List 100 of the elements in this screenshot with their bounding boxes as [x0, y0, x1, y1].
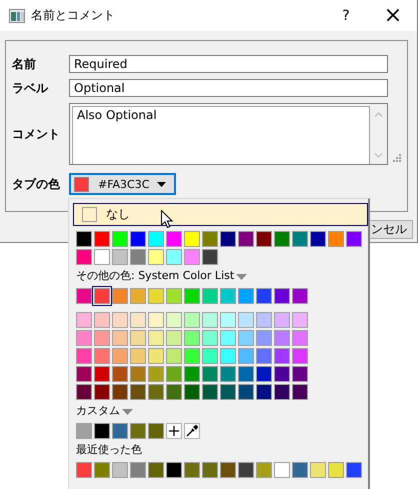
color-swatch[interactable] — [76, 249, 92, 265]
eyedropper-icon[interactable] — [184, 423, 200, 439]
color-swatch[interactable] — [256, 384, 272, 400]
color-swatch[interactable] — [148, 366, 164, 382]
color-swatch[interactable] — [94, 288, 110, 304]
color-swatch[interactable] — [256, 330, 272, 346]
color-swatch[interactable] — [76, 330, 92, 346]
none-option[interactable]: なし — [73, 203, 368, 226]
color-swatch[interactable] — [76, 312, 92, 328]
color-swatch[interactable] — [202, 288, 218, 304]
scrollbar[interactable] — [370, 104, 387, 164]
color-swatch[interactable] — [310, 231, 326, 247]
color-swatch[interactable] — [184, 288, 200, 304]
color-swatch[interactable] — [148, 288, 164, 304]
color-swatch[interactable] — [184, 348, 200, 364]
color-swatch[interactable] — [274, 348, 290, 364]
color-swatch[interactable] — [220, 288, 236, 304]
color-swatch[interactable] — [184, 366, 200, 382]
color-swatch[interactable] — [94, 249, 110, 265]
color-swatch[interactable] — [274, 462, 290, 478]
color-swatch[interactable] — [166, 348, 182, 364]
color-swatch[interactable] — [220, 330, 236, 346]
color-swatch[interactable] — [274, 384, 290, 400]
color-swatch[interactable] — [220, 348, 236, 364]
color-swatch[interactable] — [166, 330, 182, 346]
color-swatch[interactable] — [238, 348, 254, 364]
color-swatch[interactable] — [220, 231, 236, 247]
scroll-up-icon[interactable] — [374, 112, 383, 117]
color-swatch[interactable] — [94, 348, 110, 364]
cancel-button[interactable]: ンセル — [369, 220, 413, 239]
color-swatch[interactable] — [220, 384, 236, 400]
color-swatch[interactable] — [256, 231, 272, 247]
color-swatch[interactable] — [94, 366, 110, 382]
color-swatch[interactable] — [112, 288, 128, 304]
color-swatch[interactable] — [148, 462, 164, 478]
color-swatch[interactable] — [238, 462, 254, 478]
color-swatch[interactable] — [292, 312, 308, 328]
plus-icon[interactable] — [166, 423, 182, 439]
color-swatch[interactable] — [346, 231, 362, 247]
color-swatch[interactable] — [94, 384, 110, 400]
color-swatch[interactable] — [148, 249, 164, 265]
color-swatch[interactable] — [256, 348, 272, 364]
color-swatch[interactable] — [238, 330, 254, 346]
color-swatch[interactable] — [220, 462, 236, 478]
color-swatch[interactable] — [112, 348, 128, 364]
color-swatch[interactable] — [94, 312, 110, 328]
color-swatch[interactable] — [130, 249, 146, 265]
color-swatch[interactable] — [310, 462, 326, 478]
color-swatch[interactable] — [112, 366, 128, 382]
color-swatch[interactable] — [256, 366, 272, 382]
color-swatch[interactable] — [220, 366, 236, 382]
color-swatch[interactable] — [148, 330, 164, 346]
color-swatch[interactable] — [166, 366, 182, 382]
color-swatch[interactable] — [202, 330, 218, 346]
color-swatch[interactable] — [256, 288, 272, 304]
color-swatch[interactable] — [274, 330, 290, 346]
color-swatch[interactable] — [292, 384, 308, 400]
color-swatch[interactable] — [256, 312, 272, 328]
color-swatch[interactable] — [112, 312, 128, 328]
color-swatch[interactable] — [112, 462, 128, 478]
color-swatch[interactable] — [130, 384, 146, 400]
color-swatch[interactable] — [130, 348, 146, 364]
color-swatch[interactable] — [148, 348, 164, 364]
color-swatch[interactable] — [112, 330, 128, 346]
color-swatch[interactable] — [130, 423, 146, 439]
color-swatch[interactable] — [94, 330, 110, 346]
color-swatch[interactable] — [76, 288, 92, 304]
color-swatch[interactable] — [274, 366, 290, 382]
color-swatch[interactable] — [112, 249, 128, 265]
color-swatch[interactable] — [292, 330, 308, 346]
color-swatch[interactable] — [166, 231, 182, 247]
color-swatch[interactable] — [130, 231, 146, 247]
color-swatch[interactable] — [94, 423, 110, 439]
color-swatch[interactable] — [130, 366, 146, 382]
color-swatch[interactable] — [112, 423, 128, 439]
color-swatch[interactable] — [238, 366, 254, 382]
color-swatch[interactable] — [166, 249, 182, 265]
color-swatch[interactable] — [166, 288, 182, 304]
color-swatch[interactable] — [76, 231, 92, 247]
color-swatch[interactable] — [238, 288, 254, 304]
color-swatch[interactable] — [76, 423, 92, 439]
color-swatch[interactable] — [112, 231, 128, 247]
scroll-down-icon[interactable] — [374, 153, 383, 158]
caret-icon[interactable] — [157, 182, 166, 186]
color-swatch[interactable] — [328, 462, 344, 478]
help-button[interactable]: ? — [339, 8, 353, 24]
color-swatch[interactable] — [130, 462, 146, 478]
color-swatch[interactable] — [76, 348, 92, 364]
color-swatch[interactable] — [292, 348, 308, 364]
color-swatch[interactable] — [148, 231, 164, 247]
color-swatch[interactable] — [202, 231, 218, 247]
color-swatch[interactable] — [328, 231, 344, 247]
color-swatch[interactable] — [166, 312, 182, 328]
color-swatch[interactable] — [292, 288, 308, 304]
color-swatch[interactable] — [238, 312, 254, 328]
color-swatch[interactable] — [148, 423, 164, 439]
color-swatch[interactable] — [346, 462, 362, 478]
color-swatch[interactable] — [292, 366, 308, 382]
color-swatch[interactable] — [130, 288, 146, 304]
close-button[interactable]: × — [383, 6, 403, 26]
